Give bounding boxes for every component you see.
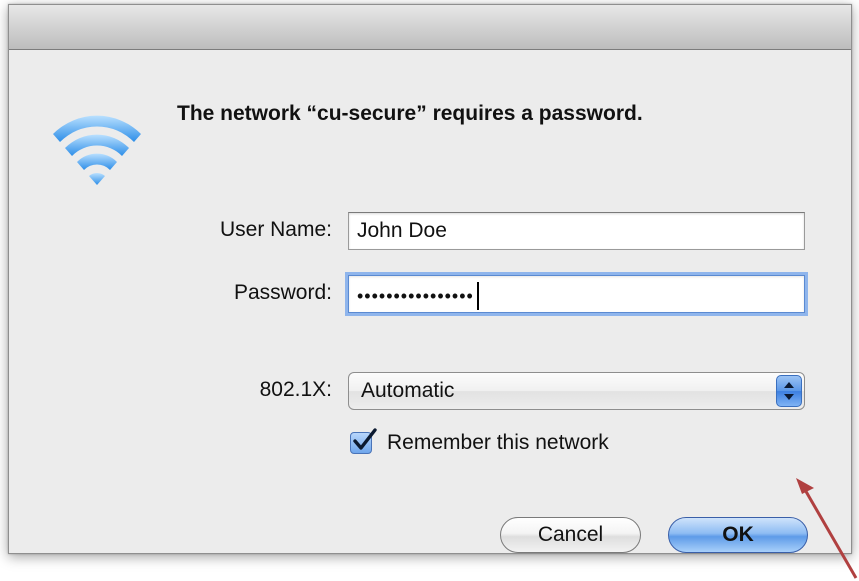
password-value: •••••••••••••••• — [357, 286, 474, 306]
screenshot-stage: The network “cu-secure” requires a passw… — [0, 0, 859, 581]
annotation-arrow — [796, 478, 858, 579]
wifi-icon — [53, 115, 141, 185]
username-field[interactable]: John Doe — [348, 212, 805, 250]
checkmark-icon — [353, 428, 377, 450]
text-caret — [476, 282, 479, 310]
remember-network-checkbox[interactable] — [350, 428, 377, 454]
username-label: User Name: — [219, 218, 332, 241]
dialog-content: The network “cu-secure” requires a passw… — [9, 50, 851, 553]
ok-button[interactable]: OK — [668, 517, 808, 553]
auth-method-select[interactable]: Automatic — [348, 372, 805, 410]
title-bar[interactable] — [9, 5, 851, 50]
username-value: John Doe — [357, 219, 447, 242]
remember-network-label[interactable]: Remember this network — [387, 431, 609, 455]
password-field[interactable]: •••••••••••••••• — [348, 275, 805, 313]
auth-selected-value: Automatic — [361, 379, 455, 402]
auth-label: 802.1X: — [259, 378, 332, 401]
dialog-message: The network “cu-secure” requires a passw… — [177, 102, 643, 125]
password-label: Password: — [233, 281, 332, 304]
up-down-arrows-icon[interactable] — [776, 375, 802, 407]
wifi-password-dialog: The network “cu-secure” requires a passw… — [8, 4, 852, 554]
cancel-button[interactable]: Cancel — [500, 517, 641, 553]
